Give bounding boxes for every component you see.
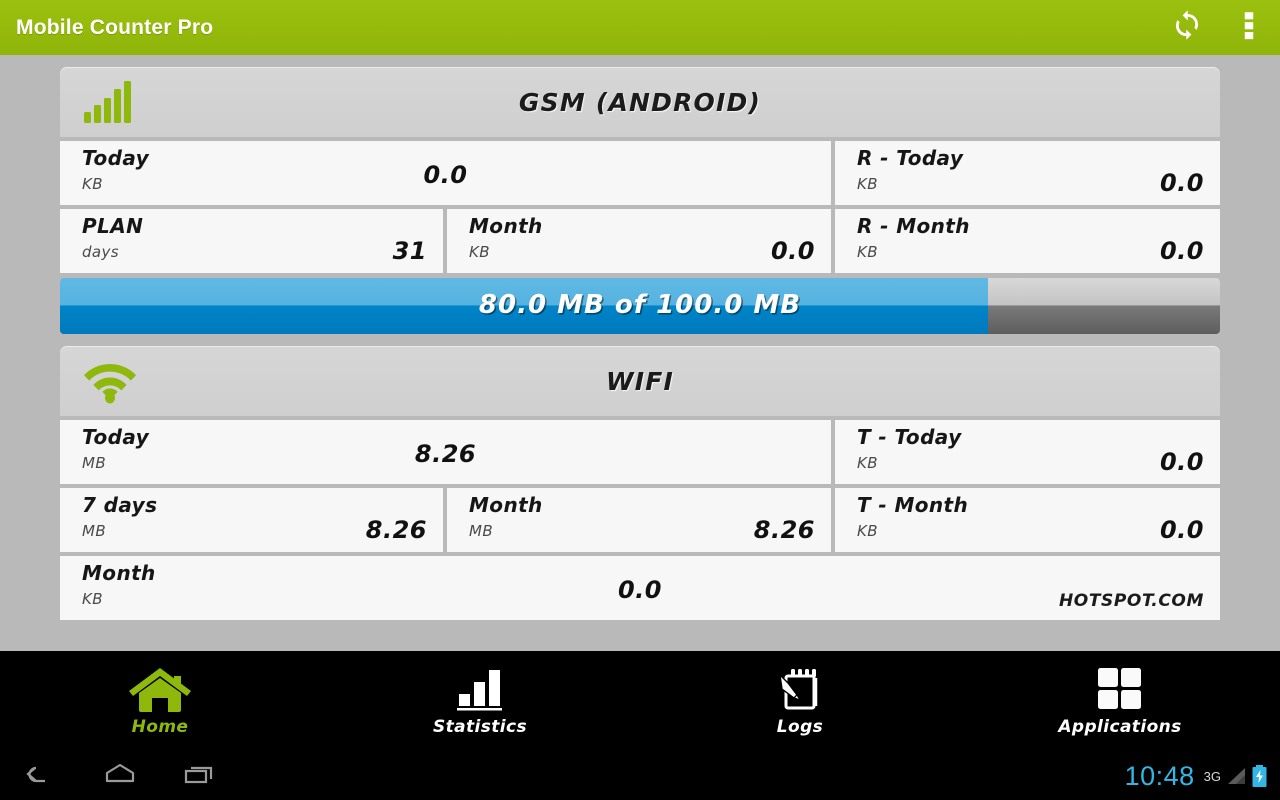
wifi-tethering-month-cell[interactable]: T - Month KB 0.0 (835, 488, 1220, 552)
recents-icon (182, 760, 218, 793)
nav-item-home[interactable]: Home (0, 651, 320, 752)
refresh-button[interactable] (1156, 0, 1218, 55)
wifi-7days-cell[interactable]: 7 days MB 8.26 (60, 488, 443, 552)
cell-unit: days (82, 243, 120, 261)
cell-value: 0.0 (1159, 516, 1204, 544)
gsm-row-2: PLAN days 31 Month KB 0.0 R - Month KB 0… (60, 209, 1220, 273)
network-type-label: 3G (1203, 768, 1221, 784)
gsm-roaming-month-cell[interactable]: R - Month KB 0.0 (835, 209, 1220, 273)
app-title: Mobile Counter Pro (16, 15, 214, 39)
cell-value: 8.26 (365, 516, 427, 544)
nav-item-statistics[interactable]: Statistics (320, 651, 640, 752)
progress-label: 80.0 MB of 100.0 MB (478, 290, 802, 320)
cell-value: 8.26 (414, 440, 477, 468)
gsm-card: GSM (ANDROID) Today KB 0.0 R - Today KB … (60, 67, 1220, 273)
system-recents-button[interactable] (160, 760, 240, 793)
wifi-row-2: 7 days MB 8.26 Month MB 8.26 T - Month K… (60, 488, 1220, 552)
system-status-group[interactable]: 10:48 3G (1125, 761, 1280, 792)
cell-value: 0.0 (1159, 237, 1204, 265)
system-back-button[interactable] (0, 760, 80, 793)
cell-label: R - Today (857, 146, 964, 170)
gsm-plan-cell[interactable]: PLAN days 31 (60, 209, 443, 273)
back-icon (23, 760, 57, 793)
cell-label: T - Today (857, 425, 962, 449)
cell-label: R - Month (857, 214, 970, 238)
home-outline-icon (102, 760, 138, 793)
gsm-today-cell[interactable]: Today KB 0.0 (60, 141, 831, 205)
wifi-today-cell[interactable]: Today MB 8.26 (60, 420, 831, 484)
cell-label: Month (469, 493, 543, 517)
hotspot-month-cell[interactable]: Month KB 0.0 HOTSPOT.COM (60, 556, 1220, 620)
wifi-row-1: Today MB 8.26 T - Today KB 0.0 (60, 420, 1220, 484)
gsm-card-title: GSM (ANDROID) (518, 87, 762, 117)
nav-label: Home (131, 717, 189, 737)
grid-squares-icon (1095, 666, 1145, 712)
wifi-card-title: WIFI (605, 366, 675, 396)
cell-unit: KB (857, 175, 878, 193)
nav-label: Logs (776, 717, 824, 737)
cell-value: 31 (392, 237, 427, 265)
cell-unit: KB (469, 243, 490, 261)
app-bottom-nav: Home Statistics Logs Applications (0, 651, 1280, 752)
nav-item-logs[interactable]: Logs (640, 651, 960, 752)
app-screen: Mobile Counter Pro GSM (ANDROID) Today K… (0, 0, 1280, 800)
android-system-bar: 10:48 3G (0, 752, 1280, 800)
wifi-month-cell[interactable]: Month MB 8.26 (447, 488, 831, 552)
sync-refresh-icon (1170, 8, 1204, 47)
wifi-row-3: Month KB 0.0 HOTSPOT.COM (60, 556, 1220, 620)
cell-value: 0.0 (1159, 448, 1204, 476)
wifi-card-header[interactable]: WIFI (60, 346, 1220, 416)
gsm-card-header[interactable]: GSM (ANDROID) (60, 67, 1220, 137)
cell-value: 0.0 (1159, 169, 1204, 197)
cell-unit: KB (857, 243, 878, 261)
cell-unit: KB (857, 454, 878, 472)
action-bar: Mobile Counter Pro (0, 0, 1280, 55)
hotspot-source-label: HOTSPOT.COM (1058, 591, 1204, 611)
battery-charging-icon (1251, 764, 1268, 788)
wifi-card: WIFI Today MB 8.26 T - Today KB 0.0 7 da… (60, 346, 1220, 620)
system-home-button[interactable] (80, 760, 160, 793)
plan-usage-progress-bar[interactable]: 80.0 MB of 100.0 MB (60, 278, 1220, 334)
bar-chart-icon (455, 666, 505, 712)
nav-label: Applications (1058, 717, 1182, 737)
notepad-pencil-icon (775, 666, 825, 712)
cell-value: 0.0 (617, 576, 662, 604)
content-scroll-area[interactable]: GSM (ANDROID) Today KB 0.0 R - Today KB … (0, 55, 1280, 643)
wifi-tethering-today-cell[interactable]: T - Today KB 0.0 (835, 420, 1220, 484)
cell-label: Month (469, 214, 543, 238)
status-clock: 10:48 (1124, 760, 1195, 791)
cell-label: T - Month (857, 493, 969, 517)
overflow-menu-icon (1244, 8, 1254, 47)
signal-triangle-icon (1226, 765, 1248, 787)
cell-label: 7 days (82, 493, 158, 517)
cell-value: 0.0 (770, 237, 815, 265)
nav-label: Statistics (432, 717, 528, 737)
home-icon (127, 666, 193, 712)
gsm-row-1: Today KB 0.0 R - Today KB 0.0 (60, 141, 1220, 205)
cell-label: PLAN (82, 214, 144, 238)
gsm-roaming-today-cell[interactable]: R - Today KB 0.0 (835, 141, 1220, 205)
cell-value: 0.0 (423, 161, 468, 189)
gsm-month-cell[interactable]: Month KB 0.0 (447, 209, 831, 273)
nav-item-applications[interactable]: Applications (960, 651, 1280, 752)
overflow-menu-button[interactable] (1218, 0, 1280, 55)
cell-value: 8.26 (753, 516, 815, 544)
cell-unit: KB (857, 522, 878, 540)
